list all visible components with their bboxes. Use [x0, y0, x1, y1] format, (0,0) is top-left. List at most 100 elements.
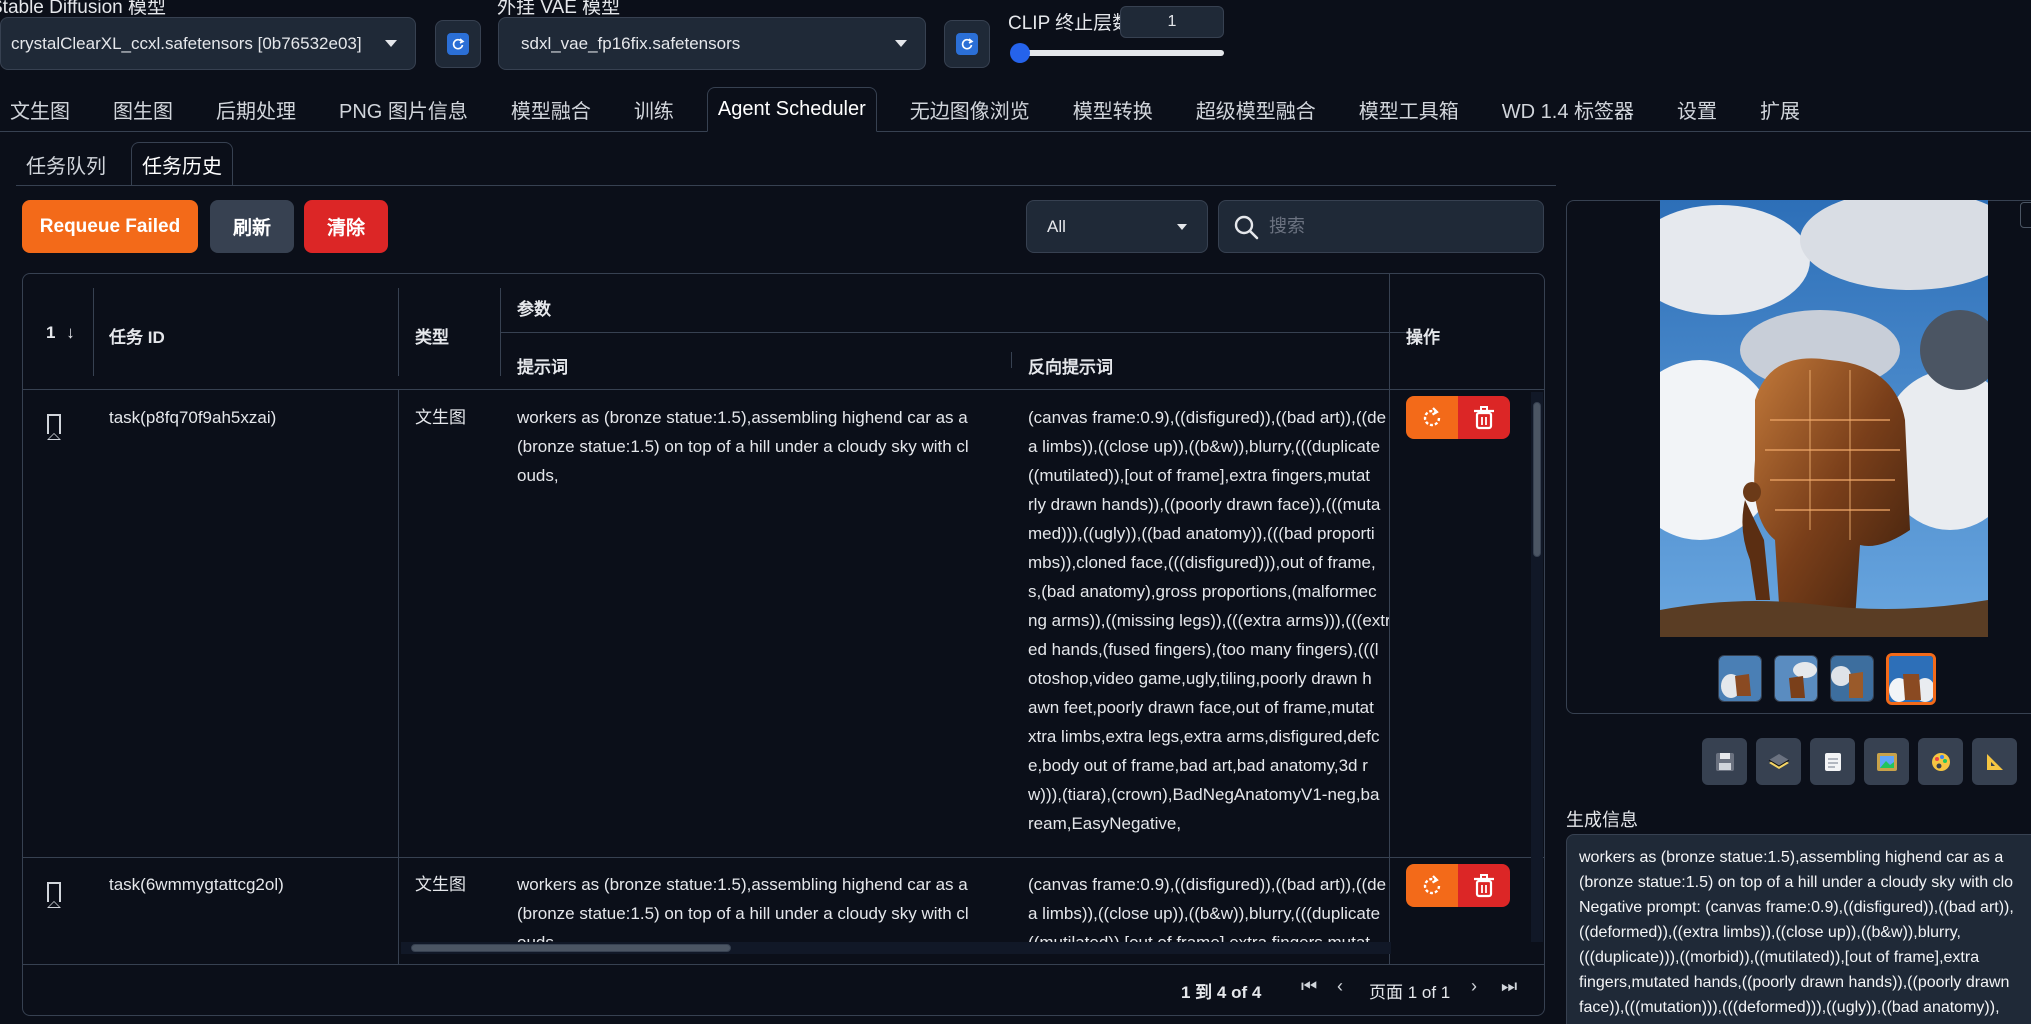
- tab-img2img[interactable]: 图生图: [103, 87, 183, 131]
- model-value: crystalClearXL_ccxl.safetensors [0b76532…: [11, 33, 362, 53]
- search-input[interactable]: [1269, 216, 1519, 237]
- task-history-table: 1 ↓ 任务 ID 类型 参数 提示词 反向提示词 操作 task(p8fq70…: [22, 273, 1545, 1016]
- refresh-models-button[interactable]: [435, 20, 481, 68]
- negative-prompt-cell: (canvas frame:0.9),((disfigured)),((bad …: [1028, 408, 1389, 833]
- sort-indicator[interactable]: 1 ↓: [46, 323, 75, 343]
- status-filter-value: All: [1047, 216, 1066, 236]
- preview-image[interactable]: [1660, 200, 1988, 637]
- vae-value: sdxl_vae_fp16fix.safetensors: [521, 33, 741, 53]
- tab-train[interactable]: 训练: [624, 87, 684, 131]
- type-cell: 文生图: [415, 875, 466, 894]
- tab-checkpoint-merger[interactable]: 模型融合: [501, 87, 601, 131]
- tab-task-history[interactable]: 任务历史: [131, 142, 233, 186]
- tab-txt2img[interactable]: 文生图: [0, 87, 80, 131]
- clip-skip-slider[interactable]: [1010, 43, 1224, 63]
- tab-wd14-tagger[interactable]: WD 1.4 标签器: [1492, 87, 1644, 131]
- refresh-button[interactable]: 刷新: [210, 200, 294, 253]
- palette-icon: [1931, 752, 1950, 771]
- chevron-down-icon: [895, 40, 907, 47]
- divider: [16, 185, 1556, 186]
- send-to-img2img-button[interactable]: [1810, 738, 1855, 785]
- clear-button[interactable]: 清除: [304, 200, 388, 253]
- row-divider: [23, 857, 1544, 858]
- first-page-icon[interactable]: ⏮: [1301, 976, 1317, 997]
- delete-task-button[interactable]: [1458, 396, 1510, 439]
- refresh-icon: [956, 33, 978, 55]
- type-cell: 文生图: [415, 408, 466, 427]
- prompt-cell: workers as (bronze statue:1.5),assemblin…: [517, 875, 969, 942]
- bookmark-icon[interactable]: [47, 414, 61, 440]
- bookmark-icon[interactable]: [47, 882, 61, 908]
- column-divider: [398, 288, 399, 376]
- scroll-thumb[interactable]: [411, 944, 731, 952]
- books-icon: [1768, 753, 1789, 769]
- gallery-thumbnails: [1718, 653, 1936, 705]
- model-dropdown[interactable]: crystalClearXL_ccxl.safetensors [0b76532…: [0, 17, 416, 70]
- requeue-failed-button[interactable]: Requeue Failed: [22, 200, 198, 253]
- chevron-down-icon: [385, 40, 397, 47]
- row-range-text: 1 到 4 of 4: [1181, 983, 1262, 1002]
- column-divider: [1011, 352, 1012, 368]
- clip-skip-number-input[interactable]: 1: [1120, 6, 1224, 38]
- main-tabs: 文生图 图生图 后期处理 PNG 图片信息 模型融合 训练 Agent Sche…: [0, 87, 2031, 132]
- tab-model-toolkit[interactable]: 模型工具箱: [1349, 87, 1469, 131]
- send-to-inpaint-button[interactable]: [1864, 738, 1909, 785]
- prompt-cell: workers as (bronze statue:1.5),assemblin…: [517, 408, 969, 485]
- page-indicator: 页面 1 of 1: [1369, 983, 1451, 1002]
- tab-super-merger[interactable]: 超级模型融合: [1186, 87, 1326, 131]
- tab-agent-scheduler[interactable]: Agent Scheduler: [706, 87, 877, 132]
- retry-icon: [1423, 874, 1441, 894]
- retry-icon: [1423, 406, 1441, 426]
- search-box[interactable]: [1218, 200, 1544, 253]
- picture-icon: [1876, 752, 1897, 771]
- search-icon: [1234, 215, 1259, 239]
- generation-info-text[interactable]: workers as (bronze statue:1.5),assemblin…: [1566, 834, 2031, 1024]
- col-type[interactable]: 类型: [415, 323, 449, 348]
- scroll-thumb[interactable]: [1533, 402, 1541, 557]
- gallery-thumbnail-selected[interactable]: [1886, 653, 1936, 705]
- gallery-thumbnail[interactable]: [1718, 655, 1762, 702]
- prev-page-icon[interactable]: ‹: [1337, 976, 1343, 997]
- tab-extensions[interactable]: 扩展: [1750, 87, 1810, 131]
- tab-model-converter[interactable]: 模型转换: [1063, 87, 1163, 131]
- tab-infinite-image-browsing[interactable]: 无边图像浏览: [900, 87, 1040, 131]
- vae-dropdown[interactable]: sdxl_vae_fp16fix.safetensors: [498, 17, 926, 70]
- arrow-down-icon: ↓: [66, 323, 75, 342]
- tab-settings[interactable]: 设置: [1667, 87, 1727, 131]
- slider-handle[interactable]: [1010, 43, 1030, 63]
- header-bottom-border: [23, 389, 1544, 390]
- trash-icon: [1474, 405, 1494, 429]
- tab-extras[interactable]: 后期处理: [206, 87, 306, 131]
- footer-divider: [23, 964, 1544, 965]
- requeue-task-button[interactable]: [1406, 864, 1458, 907]
- save-button[interactable]: [1702, 738, 1747, 785]
- zip-button[interactable]: [1756, 738, 1801, 785]
- vertical-scrollbar[interactable]: [1531, 392, 1543, 942]
- tab-task-queue[interactable]: 任务队列: [16, 142, 116, 186]
- scheduler-subtabs: 任务队列 任务历史: [16, 142, 248, 186]
- fullscreen-toggle[interactable]: [2020, 202, 2031, 228]
- last-page-icon[interactable]: ⏭: [1501, 976, 1517, 997]
- col-task-id[interactable]: 任务 ID: [109, 323, 165, 348]
- notepad-icon: [1824, 752, 1841, 771]
- task-id-cell: task(p8fq70f9ah5xzai): [109, 408, 277, 427]
- send-to-ruler-button[interactable]: [1972, 738, 2017, 785]
- gallery-thumbnail[interactable]: [1830, 655, 1874, 702]
- save-icon: [1715, 752, 1734, 771]
- delete-task-button[interactable]: [1458, 864, 1510, 907]
- column-divider: [93, 288, 94, 376]
- requeue-task-button[interactable]: [1406, 396, 1458, 439]
- refresh-vae-button[interactable]: [944, 20, 990, 68]
- trash-icon: [1474, 873, 1494, 897]
- horizontal-scrollbar[interactable]: [401, 942, 1391, 954]
- col-prompt[interactable]: 提示词: [517, 353, 568, 378]
- tab-png-info[interactable]: PNG 图片信息: [329, 87, 478, 131]
- gallery-thumbnail[interactable]: [1774, 655, 1818, 702]
- refresh-icon: [447, 33, 469, 55]
- status-filter-dropdown[interactable]: All: [1026, 200, 1208, 253]
- col-negative-prompt[interactable]: 反向提示词: [1028, 353, 1113, 378]
- header-divider: [501, 332, 1412, 333]
- next-page-icon[interactable]: ›: [1471, 976, 1477, 997]
- image-tools: [1702, 738, 2017, 785]
- send-to-extras-button[interactable]: [1918, 738, 1963, 785]
